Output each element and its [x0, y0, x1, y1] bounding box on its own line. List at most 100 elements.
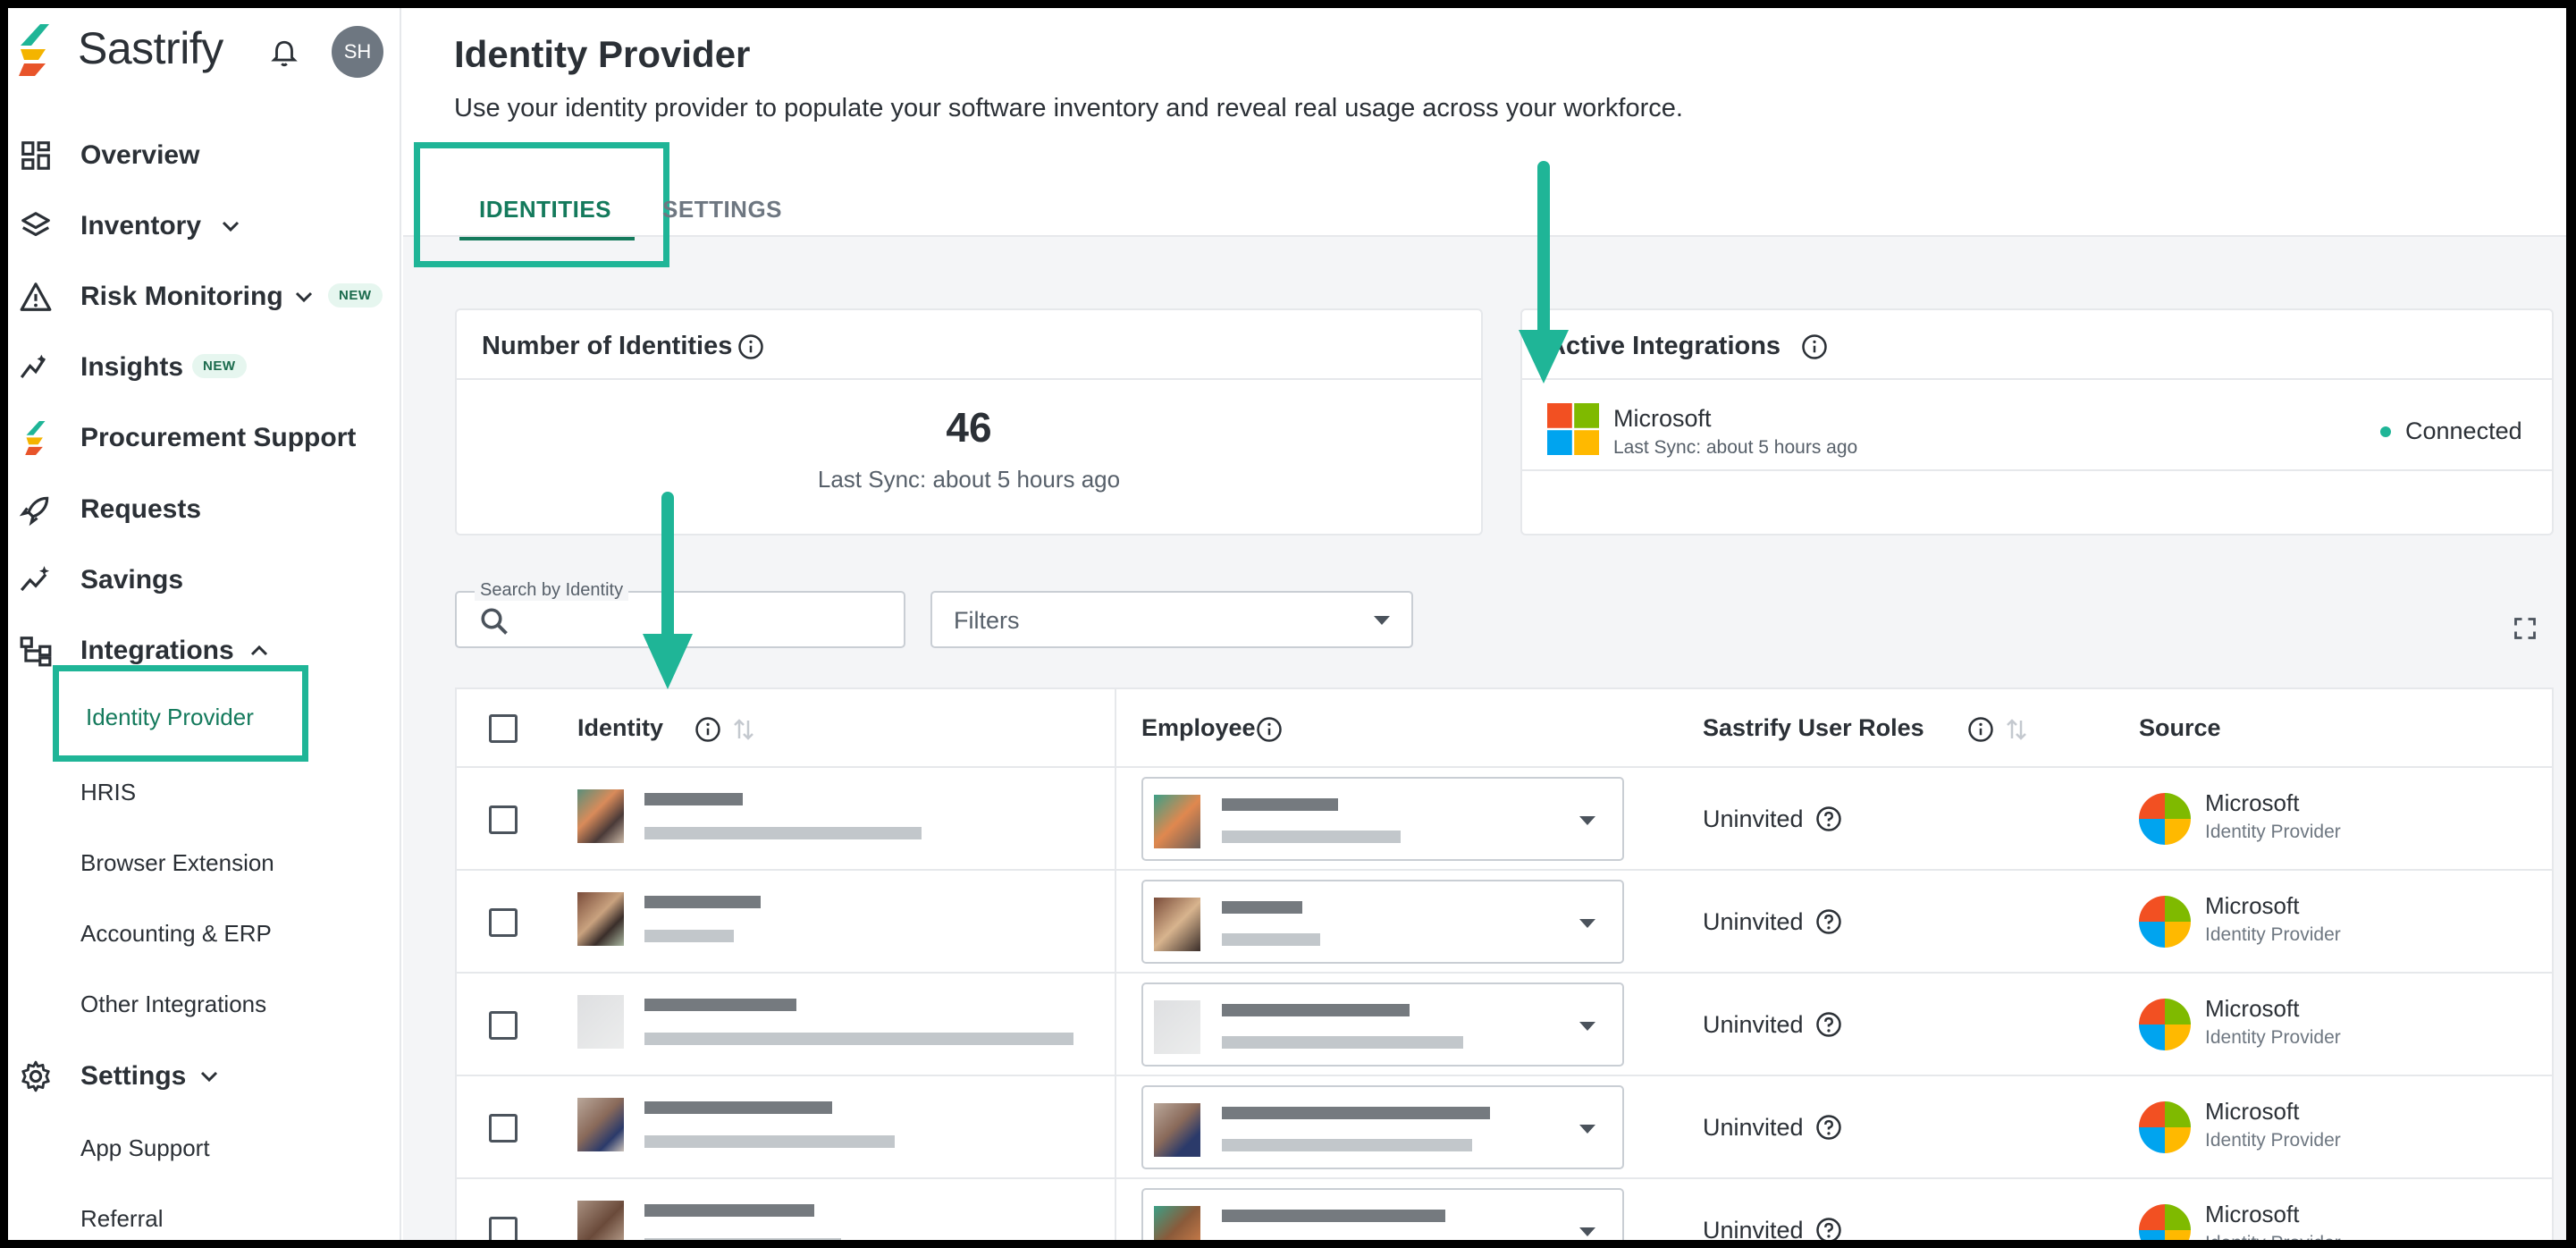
- info-icon[interactable]: [1256, 716, 1283, 743]
- sidebar-item-requests[interactable]: Requests: [8, 487, 392, 532]
- notifications-bell-icon[interactable]: [269, 38, 299, 69]
- redacted-name: [1222, 798, 1338, 811]
- source-name: Microsoft: [2205, 1201, 2300, 1227]
- employee-select[interactable]: [1141, 880, 1624, 964]
- divider: [457, 378, 1481, 380]
- info-icon[interactable]: [695, 716, 721, 743]
- table-row[interactable]: Uninvited Microsoft Identity Provider: [457, 768, 2552, 871]
- redacted-email: [1222, 933, 1320, 946]
- sidebar-item-inventory[interactable]: Inventory: [8, 204, 392, 249]
- microsoft-logo-icon: [1547, 403, 1599, 455]
- status-badge: Connected: [2405, 417, 2522, 444]
- sidebar-item-risk-monitoring[interactable]: Risk Monitoring NEW: [8, 274, 392, 319]
- source-type: Identity Provider: [2205, 1233, 2341, 1240]
- sidebar-item-label: Procurement Support: [80, 423, 357, 452]
- redacted-name: [1222, 1107, 1490, 1119]
- source-type: Identity Provider: [2205, 1130, 2341, 1151]
- sastrify-logo-icon: [25, 421, 46, 455]
- table-row[interactable]: Uninvited Microsoft Identity Provider: [457, 871, 2552, 974]
- source-type: Identity Provider: [2205, 1027, 2341, 1048]
- row-checkbox[interactable]: [489, 1011, 518, 1040]
- sidebar-sub-item-hris[interactable]: HRIS: [80, 779, 136, 806]
- user-role: Uninvited: [1703, 805, 1804, 832]
- tab-settings[interactable]: SETTINGS: [662, 196, 782, 223]
- help-icon[interactable]: [1815, 1011, 1842, 1038]
- sidebar-item-settings[interactable]: Settings: [8, 1054, 392, 1099]
- source-type: Identity Provider: [2205, 924, 2341, 945]
- tab-identities[interactable]: IDENTITIES: [479, 196, 611, 223]
- info-icon[interactable]: [1801, 333, 1828, 360]
- active-tab-indicator: [459, 237, 635, 240]
- caret-down-icon: [1579, 919, 1595, 928]
- new-badge: NEW: [328, 283, 383, 308]
- sidebar-sub-item-identity-provider[interactable]: Identity Provider: [53, 665, 308, 762]
- sidebar-sub-item-referral[interactable]: Referral: [80, 1205, 163, 1233]
- column-header-identity[interactable]: Identity: [577, 714, 663, 742]
- row-checkbox[interactable]: [489, 908, 518, 937]
- sidebar-sub-item-accounting-erp[interactable]: Accounting & ERP: [80, 920, 272, 948]
- caret-down-icon: [1579, 1125, 1595, 1134]
- filters-label: Filters: [954, 607, 1020, 634]
- search-label: Search by Identity: [475, 580, 629, 601]
- sort-icon[interactable]: [730, 716, 757, 743]
- row-checkbox[interactable]: [489, 1217, 518, 1240]
- redacted-name: [1222, 1210, 1445, 1222]
- column-header-user-roles[interactable]: Sastrify User Roles: [1703, 714, 1924, 742]
- info-icon[interactable]: [737, 333, 764, 360]
- column-header-source[interactable]: Source: [2139, 714, 2221, 742]
- chevron-down-icon: [200, 1071, 218, 1083]
- help-icon[interactable]: [1815, 805, 1842, 832]
- help-icon[interactable]: [1815, 908, 1842, 935]
- sidebar-item-label: Risk Monitoring: [80, 282, 283, 311]
- microsoft-logo-icon: [2139, 793, 2191, 845]
- sidebar-item-overview[interactable]: Overview: [8, 133, 392, 178]
- row-checkbox[interactable]: [489, 1114, 518, 1143]
- info-icon[interactable]: [1967, 716, 1994, 743]
- select-all-checkbox[interactable]: [489, 714, 518, 743]
- fullscreen-icon[interactable]: [2513, 616, 2538, 641]
- brand[interactable]: Sastrify SH: [19, 19, 394, 78]
- avatar: [577, 1201, 624, 1240]
- employee-select[interactable]: [1141, 1188, 1624, 1240]
- table-row[interactable]: Uninvited Microsoft Identity Provider: [457, 974, 2552, 1076]
- employee-select[interactable]: [1141, 777, 1624, 861]
- sidebar-sub-item-browser-extension[interactable]: Browser Extension: [80, 849, 274, 877]
- avatar[interactable]: SH: [332, 26, 383, 78]
- sidebar-item-label: Integrations: [80, 636, 234, 665]
- sidebar: Sastrify SH Overview Inventory Risk Moni…: [8, 8, 401, 1240]
- redacted-name: [644, 999, 796, 1011]
- sidebar-sub-item-other-integrations[interactable]: Other Integrations: [80, 991, 266, 1018]
- sidebar-item-savings[interactable]: Savings: [8, 558, 392, 603]
- employee-select[interactable]: [1141, 1085, 1624, 1169]
- table-row[interactable]: Uninvited Microsoft Identity Provider: [457, 1076, 2552, 1179]
- avatar: [1154, 795, 1200, 848]
- avatar: [577, 995, 624, 1049]
- avatar: [1154, 1103, 1200, 1157]
- user-role: Uninvited: [1703, 1217, 1804, 1240]
- table-row[interactable]: Uninvited Microsoft Identity Provider: [457, 1179, 2552, 1240]
- redacted-email: [1222, 1036, 1463, 1049]
- caret-down-icon: [1374, 616, 1390, 625]
- help-icon[interactable]: [1815, 1217, 1842, 1240]
- divider: [1522, 469, 2552, 471]
- source-name: Microsoft: [2205, 995, 2300, 1022]
- help-icon[interactable]: [1815, 1114, 1842, 1141]
- redacted-email: [644, 827, 922, 839]
- savings-icon: [20, 566, 50, 592]
- filters-select[interactable]: Filters: [930, 591, 1413, 648]
- employee-select[interactable]: [1141, 982, 1624, 1067]
- redacted-name: [644, 1101, 832, 1114]
- microsoft-logo-icon: [2139, 896, 2191, 948]
- redacted-name: [1222, 901, 1302, 914]
- row-checkbox[interactable]: [489, 805, 518, 834]
- sidebar-item-procurement-support[interactable]: Procurement Support: [8, 416, 392, 460]
- source-name: Microsoft: [2205, 789, 2300, 816]
- sidebar-item-insights[interactable]: Insights NEW: [8, 345, 392, 390]
- avatar: [1154, 1000, 1200, 1054]
- app-name: Sastrify: [78, 23, 223, 73]
- sidebar-item-label: Settings: [80, 1061, 187, 1091]
- redacted-email: [1222, 831, 1401, 843]
- sort-icon[interactable]: [2003, 716, 2030, 743]
- column-header-employee[interactable]: Employee: [1141, 714, 1256, 742]
- sidebar-sub-item-app-support[interactable]: App Support: [80, 1134, 210, 1162]
